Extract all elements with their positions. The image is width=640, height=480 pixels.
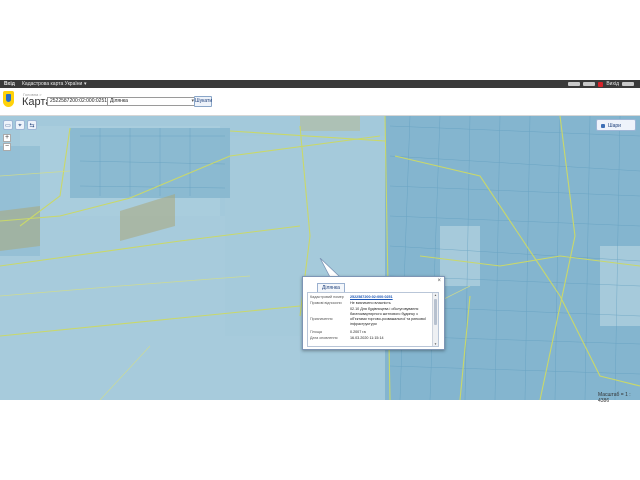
- attr-value: 0.2007 га: [350, 330, 366, 334]
- layers-button[interactable]: Шари: [596, 119, 636, 131]
- top-login-box[interactable]: [583, 82, 596, 86]
- site-name[interactable]: Кадастрова карта України: [22, 80, 82, 88]
- search-type-value: Ділянка: [110, 98, 128, 104]
- layers-label: Шари: [608, 123, 621, 129]
- attr-label: Призначення: [310, 317, 333, 321]
- login-link[interactable]: Вхiд: [4, 80, 15, 88]
- top-bar: Вхiд Кадастрова карта України ▾ Вихід: [0, 80, 640, 88]
- zoom-out-button[interactable]: −: [3, 143, 11, 151]
- zoom-in-button[interactable]: +: [3, 134, 11, 142]
- popup-scrollbar[interactable]: ▲ ▼: [432, 293, 438, 346]
- attr-label: Правові відносини: [310, 301, 342, 305]
- attr-value: 02.10 Для будівництва і обслуговування б…: [350, 307, 426, 326]
- flag-icon: [598, 81, 604, 87]
- logout-link[interactable]: Вихід: [606, 80, 619, 88]
- attr-label: Кадастровий номер: [310, 295, 344, 299]
- layers-icon: [601, 123, 605, 128]
- attr-label: Площа: [310, 330, 322, 334]
- pan-tool-button[interactable]: ⇆: [27, 120, 37, 130]
- measure-tool-button[interactable]: ⌖: [15, 120, 25, 130]
- search-button[interactable]: Шукати: [194, 96, 212, 107]
- top-bar-right: Вихід: [568, 81, 634, 87]
- coat-of-arms-logo-icon: [3, 91, 14, 107]
- site-menu-chevron-icon[interactable]: ▾: [84, 80, 87, 88]
- close-icon[interactable]: ×: [437, 278, 441, 284]
- attr-label: Дата оновлення: [310, 336, 338, 340]
- parcel-info-popup[interactable]: Ділянка × Кадастровий номер 2522587200:0…: [302, 276, 445, 350]
- top-search-box[interactable]: [568, 82, 581, 86]
- map-scale: Масштаб = 1 : 4386: [598, 392, 631, 404]
- attr-value: 16.03.2020 11:15:14: [350, 336, 384, 340]
- scroll-up-icon[interactable]: ▲: [433, 293, 438, 297]
- scroll-down-icon[interactable]: ▼: [433, 342, 438, 346]
- select-tool-button[interactable]: ▭: [3, 120, 13, 130]
- scrollbar-thumb[interactable]: [434, 299, 437, 325]
- attr-value: Не визначено власність: [350, 301, 391, 305]
- top-lang-box[interactable]: [622, 82, 634, 86]
- cadastral-number-link[interactable]: 2522587200:02:000:0251: [350, 295, 434, 300]
- page-header: Головна > Карта 2522587200:02:000:0251 Д…: [0, 88, 640, 116]
- cadastral-search-input[interactable]: 2522587200:02:000:0251: [47, 97, 111, 106]
- search-type-select[interactable]: Ділянка ▾: [107, 97, 197, 106]
- parcel-attributes: Кадастровий номер 2522587200:02:000:0251…: [307, 292, 439, 347]
- popup-pointer: [319, 258, 342, 278]
- tab-parcel[interactable]: Ділянка: [317, 283, 345, 292]
